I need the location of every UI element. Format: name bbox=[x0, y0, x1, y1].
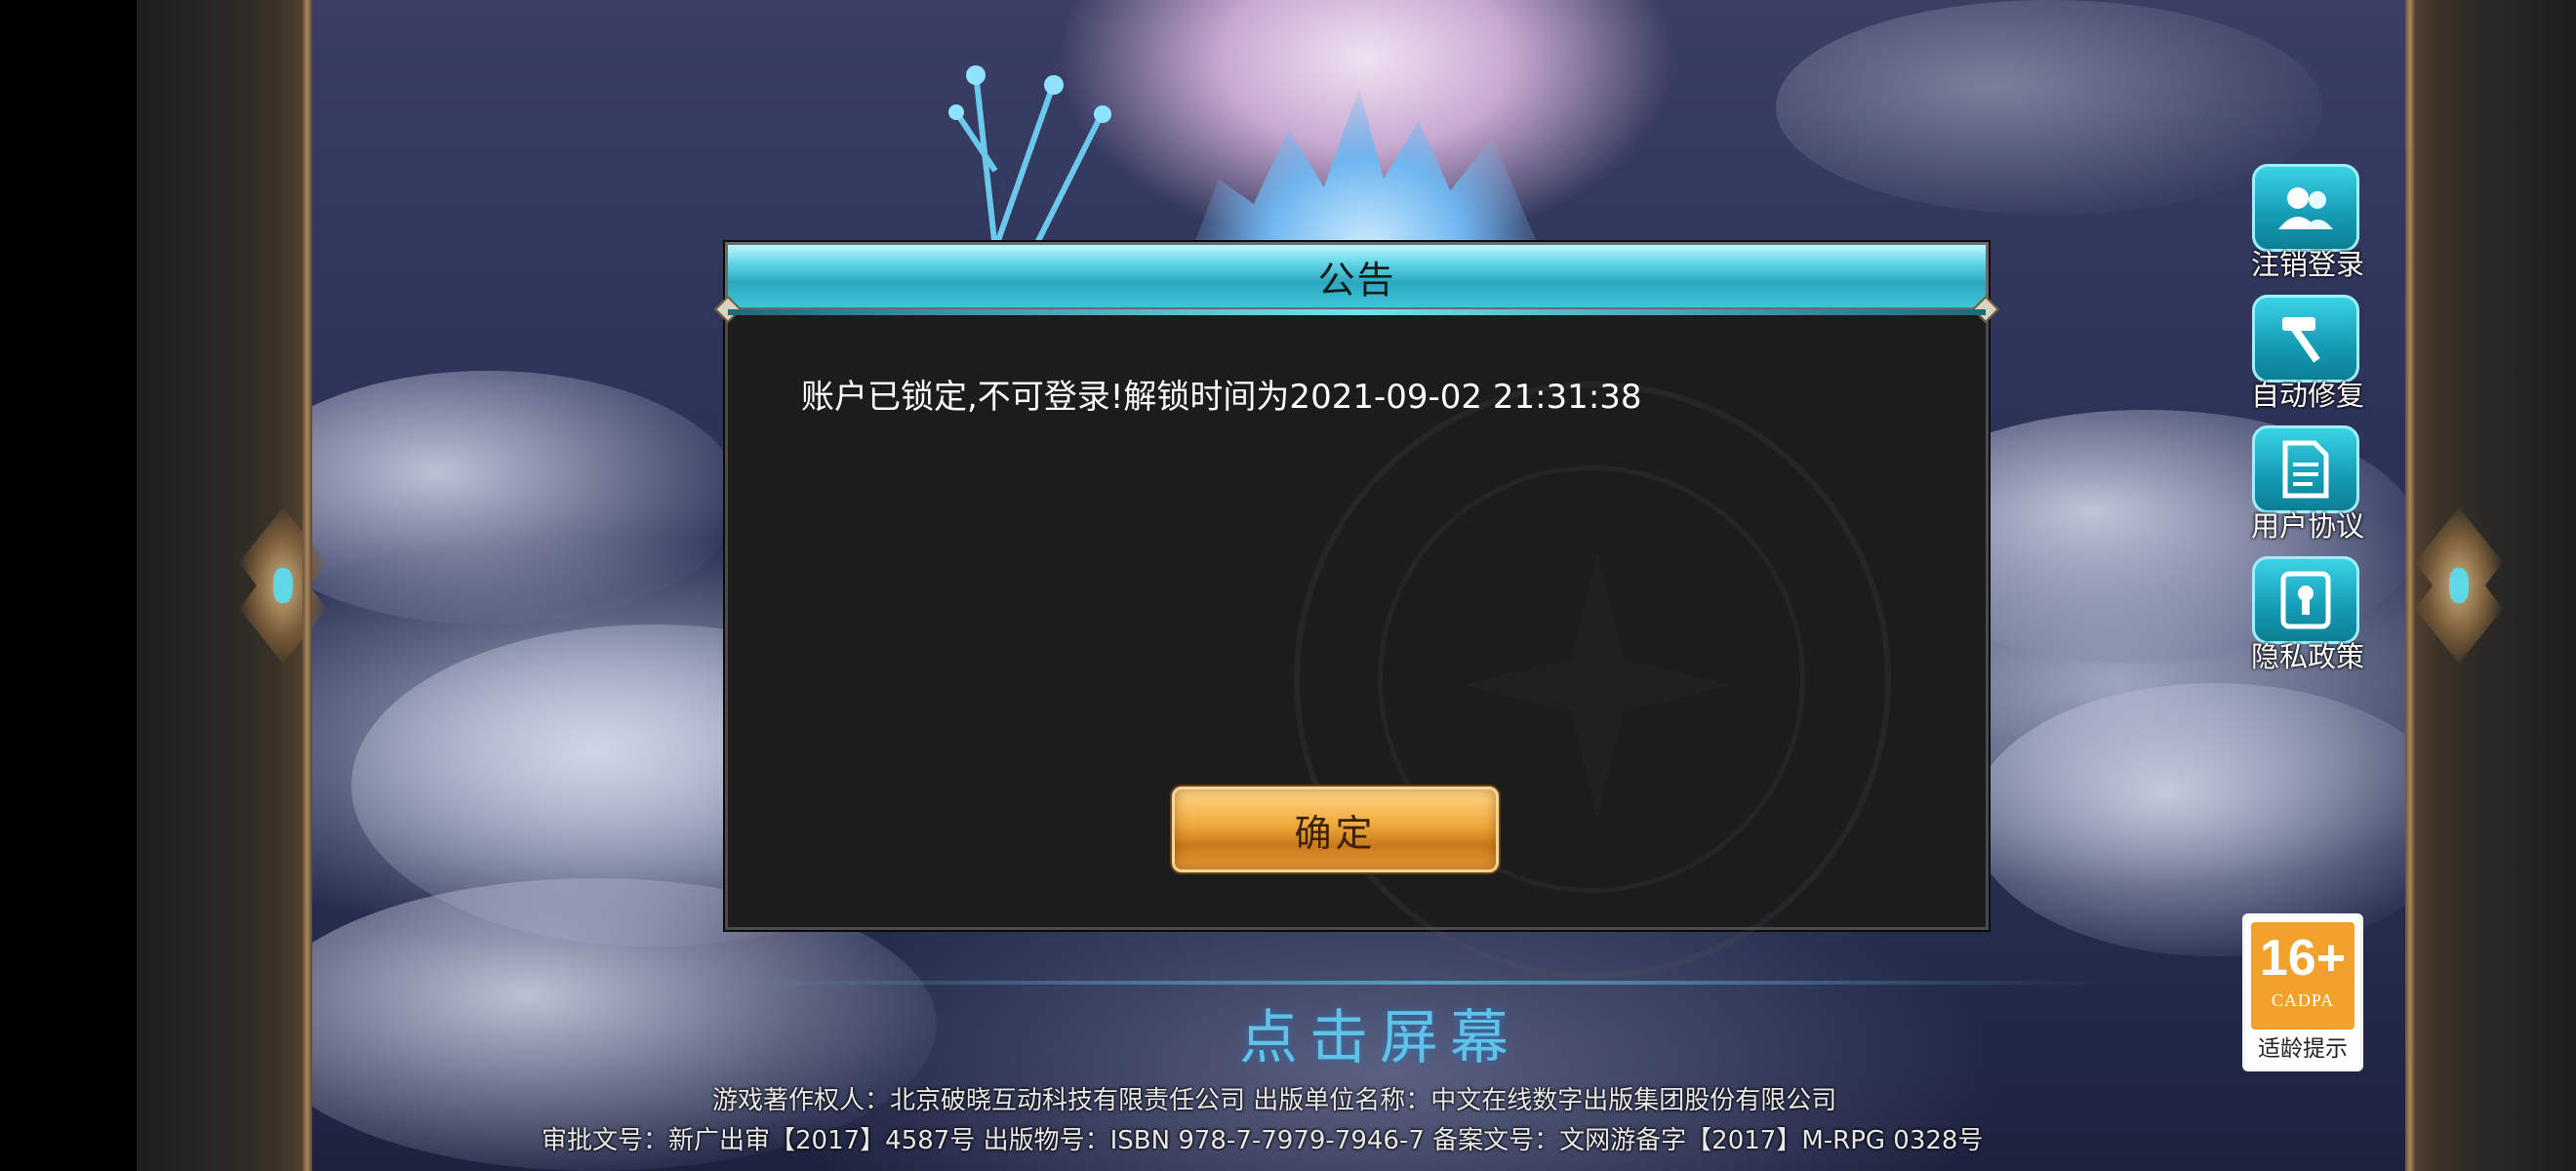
frame-right bbox=[2405, 0, 2576, 1171]
cloud bbox=[312, 371, 742, 625]
ice-crystal-art bbox=[1190, 88, 1542, 254]
auto-repair-button[interactable]: 自动修复 bbox=[2244, 295, 2371, 412]
logout-label: 注销登录 bbox=[2250, 248, 2364, 281]
frame-left bbox=[137, 0, 327, 1171]
age-rating-org: CADPA bbox=[2271, 990, 2335, 1010]
tap-prompt-divider bbox=[742, 981, 2108, 985]
age-rating-badge[interactable]: 16+ CADPA 适龄提示 bbox=[2242, 913, 2363, 1071]
tap-screen-prompt[interactable]: 点击屏幕 bbox=[1239, 990, 1520, 1075]
announcement-dialog: 公告 账户已锁定,不可登录!解锁时间为2021-09-02 21:31:38 确… bbox=[713, 242, 2000, 979]
magic-sigil-watermark bbox=[1294, 382, 1891, 979]
hammer-icon bbox=[2252, 295, 2359, 383]
auto-repair-label: 自动修复 bbox=[2250, 379, 2364, 412]
age-rating-caption: 适龄提示 bbox=[2258, 1036, 2348, 1062]
keyhole-icon bbox=[2252, 556, 2359, 644]
document-icon bbox=[2252, 425, 2359, 513]
logout-button[interactable]: 注销登录 bbox=[2244, 164, 2371, 281]
users-icon bbox=[2252, 164, 2359, 252]
cloud bbox=[1776, 0, 2322, 215]
copyright-line: 游戏著作权人：北京破晓互动科技有限责任公司 出版单位名称：中文在线数字出版集团股… bbox=[712, 1086, 1837, 1115]
frame-ornament-right bbox=[2415, 507, 2503, 664]
privacy-policy-label: 隐私政策 bbox=[2250, 640, 2364, 673]
privacy-policy-button[interactable]: 隐私政策 bbox=[2244, 556, 2371, 673]
age-rating-panel: 16+ CADPA bbox=[2251, 922, 2355, 1030]
user-agreement-label: 用户协议 bbox=[2250, 509, 2364, 543]
confirm-button[interactable]: 确定 bbox=[1172, 787, 1499, 872]
dialog-title: 公告 bbox=[1317, 258, 1396, 302]
dialog-header: 公告 bbox=[713, 242, 2000, 324]
age-rating-number: 16+ bbox=[2259, 930, 2347, 987]
confirm-button-label: 确定 bbox=[1294, 811, 1377, 855]
user-agreement-button[interactable]: 用户协议 bbox=[2244, 425, 2371, 543]
dialog-message: 账户已锁定,不可登录!解锁时间为2021-09-02 21:31:38 bbox=[801, 378, 1642, 417]
frozen-branches-art bbox=[948, 65, 1111, 249]
license-line: 审批文号：新广出审【2017】4587号 出版物号：ISBN 978-7-797… bbox=[542, 1126, 1984, 1155]
letterbox-left bbox=[0, 0, 137, 1171]
